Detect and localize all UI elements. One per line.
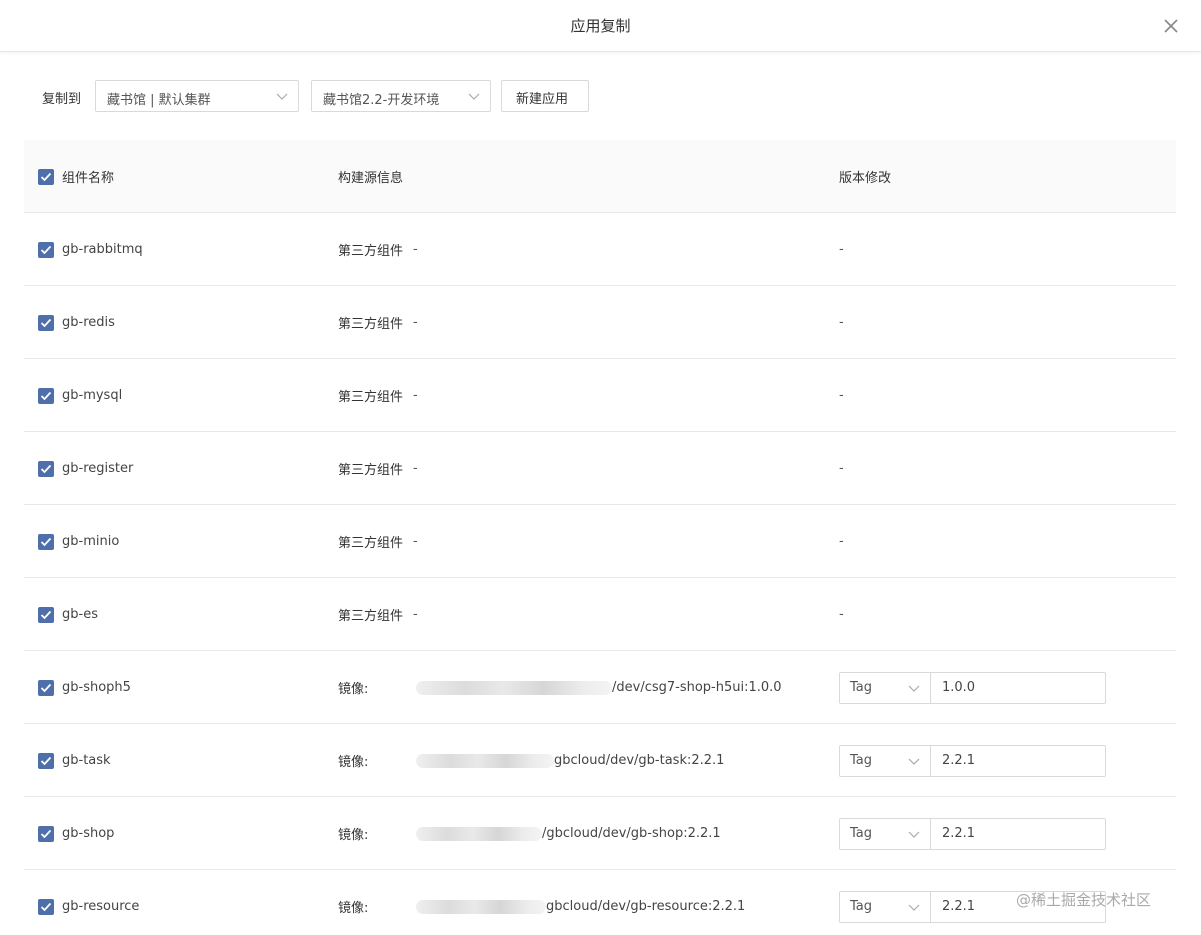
image-path: /gbcloud/dev/gb-shop:2.2.1 (542, 826, 721, 841)
copy-app-dialog: 应用复制 复制到 藏书馆 | 默认集群 藏书馆2.2-开发环境 新建应用 组件名… (0, 0, 1201, 935)
chevron-down-icon (908, 685, 920, 692)
tag-type-value: Tag (850, 898, 873, 914)
table-row: gb-mysql 第三方组件 - - (24, 359, 1176, 432)
tag-type-select[interactable]: Tag (839, 671, 931, 704)
source-value: - (413, 461, 418, 476)
tag-type-select[interactable]: Tag (839, 890, 931, 923)
cluster-select[interactable]: 藏书馆 | 默认集群 (95, 80, 299, 112)
source-value: - (413, 242, 418, 257)
version-value: - (839, 242, 844, 257)
close-icon[interactable] (1160, 15, 1182, 37)
source-value: - (413, 315, 418, 330)
watermark: @稀土掘金技术社区 (1016, 891, 1152, 909)
row-checkbox[interactable] (38, 825, 54, 842)
env-select-value: 藏书馆2.2-开发环境 (323, 93, 440, 108)
row-checkbox[interactable] (38, 752, 54, 769)
dialog-header: 应用复制 (0, 0, 1201, 52)
source-type: 第三方组件 (338, 244, 404, 259)
source-type: 镜像: (338, 828, 369, 843)
source-value: - (413, 534, 418, 549)
component-table: 组件名称 构建源信息 版本修改 gb-rabbitmq 第三方组件 - - gb-… (24, 140, 1176, 935)
select-all-checkbox[interactable] (38, 168, 54, 185)
row-checkbox[interactable] (38, 679, 54, 696)
component-name: gb-register (62, 461, 134, 476)
version-value: - (839, 388, 844, 403)
tag-value-input[interactable] (930, 671, 1106, 704)
header-name: 组件名称 (62, 171, 115, 186)
header-version: 版本修改 (839, 171, 892, 186)
table-row: gb-rabbitmq 第三方组件 - - (24, 213, 1176, 286)
tag-type-select[interactable]: Tag (839, 744, 931, 777)
header-source: 构建源信息 (338, 171, 404, 186)
chevron-down-icon (468, 93, 480, 100)
source-type: 镜像: (338, 755, 369, 770)
version-value: - (839, 607, 844, 622)
chevron-down-icon (908, 904, 920, 911)
row-checkbox[interactable] (38, 241, 54, 258)
table-header: 组件名称 构建源信息 版本修改 (24, 140, 1176, 213)
tag-type-value: Tag (850, 825, 873, 841)
component-name: gb-resource (62, 899, 140, 914)
row-checkbox[interactable] (38, 314, 54, 331)
source-type: 第三方组件 (338, 317, 404, 332)
component-name: gb-shop (62, 826, 115, 841)
source-type: 第三方组件 (338, 536, 404, 551)
source-type: 第三方组件 (338, 609, 404, 624)
source-value: - (413, 388, 418, 403)
cluster-select-value: 藏书馆 | 默认集群 (107, 93, 211, 108)
env-select[interactable]: 藏书馆2.2-开发环境 (311, 80, 491, 112)
source-type: 镜像: (338, 682, 369, 697)
blurred-registry (416, 826, 542, 841)
tag-type-value: Tag (850, 679, 873, 695)
table-row: gb-redis 第三方组件 - - (24, 286, 1176, 359)
version-value: - (839, 461, 844, 476)
blurred-registry (416, 753, 554, 768)
chevron-down-icon (276, 93, 288, 100)
row-checkbox[interactable] (38, 606, 54, 623)
component-name: gb-redis (62, 315, 115, 330)
table-row: gb-minio 第三方组件 - - (24, 505, 1176, 578)
blurred-registry (416, 680, 612, 695)
tag-type-value: Tag (850, 752, 873, 768)
component-name: gb-task (62, 753, 111, 768)
chevron-down-icon (908, 831, 920, 838)
component-name: gb-minio (62, 534, 120, 549)
row-checkbox[interactable] (38, 533, 54, 550)
tag-type-select[interactable]: Tag (839, 817, 931, 850)
chevron-down-icon (908, 758, 920, 765)
row-checkbox[interactable] (38, 387, 54, 404)
source-type: 第三方组件 (338, 390, 404, 405)
source-type: 第三方组件 (338, 463, 404, 478)
version-value: - (839, 534, 844, 549)
version-value: - (839, 315, 844, 330)
row-checkbox[interactable] (38, 898, 54, 915)
tag-value-input[interactable] (930, 744, 1106, 777)
image-path: gbcloud/dev/gb-task:2.2.1 (554, 753, 725, 768)
source-value: - (413, 607, 418, 622)
table-row: gb-task 镜像: gbcloud/dev/gb-task:2.2.1 Ta… (24, 724, 1176, 797)
copy-to-label: 复制到 (42, 92, 82, 107)
table-row: gb-resource 镜像: gbcloud/dev/gb-resource:… (24, 870, 1176, 935)
component-name: gb-es (62, 607, 98, 622)
table-row: gb-es 第三方组件 - - (24, 578, 1176, 651)
image-path: /dev/csg7-shop-h5ui:1.0.0 (612, 680, 782, 695)
table-row: gb-shoph5 镜像: /dev/csg7-shop-h5ui:1.0.0 … (24, 651, 1176, 724)
component-name: gb-rabbitmq (62, 242, 143, 257)
new-app-button[interactable]: 新建应用 (501, 80, 589, 112)
source-type: 镜像: (338, 901, 369, 916)
tag-value-input[interactable] (930, 817, 1106, 850)
table-row: gb-register 第三方组件 - - (24, 432, 1176, 505)
image-path: gbcloud/dev/gb-resource:2.2.1 (546, 899, 746, 914)
component-name: gb-mysql (62, 388, 123, 403)
component-name: gb-shoph5 (62, 680, 131, 695)
table-row: gb-shop 镜像: /gbcloud/dev/gb-shop:2.2.1 T… (24, 797, 1176, 870)
dialog-title: 应用复制 (570, 17, 631, 35)
blurred-registry (416, 899, 546, 914)
row-checkbox[interactable] (38, 460, 54, 477)
